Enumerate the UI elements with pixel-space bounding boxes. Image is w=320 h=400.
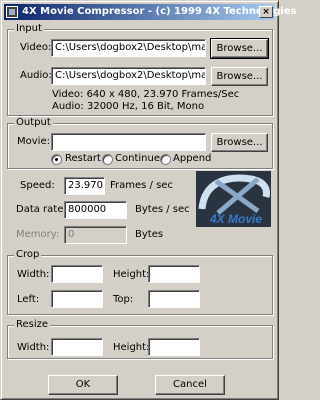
memory-label: Memory:: [16, 229, 60, 240]
radio-restart-label[interactable]: Restart: [65, 152, 101, 166]
resize-legend: Resize: [14, 319, 51, 331]
datarate-unit: Bytes / sec: [135, 204, 190, 215]
resize-width-field[interactable]: [51, 338, 103, 356]
crop-top-label: Top:: [113, 294, 134, 305]
close-button[interactable]: ×: [259, 6, 273, 18]
memory-unit: Bytes: [135, 229, 164, 240]
input-legend: Input: [14, 23, 44, 35]
video-browse-button[interactable]: Browse...: [210, 38, 269, 59]
crop-height-field[interactable]: [148, 265, 200, 283]
resize-width-label: Width:: [17, 342, 50, 353]
movie-path-field[interactable]: [51, 133, 206, 151]
close-icon: ×: [262, 7, 270, 17]
resize-height-label: Height:: [113, 342, 150, 353]
crop-legend: Crop: [14, 249, 42, 261]
radio-continue-label[interactable]: Continue: [115, 152, 160, 166]
memory-field: 0: [64, 226, 127, 244]
audio-browse-button[interactable]: Browse...: [211, 67, 268, 86]
title-bar[interactable]: 4X Movie Compressor - (c) 1999 4X Techno…: [4, 4, 296, 20]
speed-field[interactable]: 23.970: [64, 177, 105, 195]
speed-label: Speed:: [20, 180, 55, 191]
output-legend: Output: [14, 117, 53, 129]
crop-height-label: Height:: [113, 269, 150, 280]
crop-top-field[interactable]: [148, 290, 200, 308]
cancel-button[interactable]: Cancel: [155, 375, 225, 395]
crop-width-label: Width:: [17, 269, 50, 280]
radio-restart[interactable]: [51, 154, 62, 165]
radio-append-label[interactable]: Append: [173, 152, 211, 166]
audio-path-field[interactable]: C:\Users\dogbox2\Desktop\manoftaic: [51, 67, 206, 85]
resize-height-field[interactable]: [148, 338, 200, 356]
ok-button[interactable]: OK: [48, 375, 118, 395]
app-icon: [6, 6, 18, 18]
audio-label: Audio:: [20, 70, 52, 81]
crop-group: Crop: [7, 249, 273, 315]
4x-movie-logo: 4X Movie: [196, 171, 271, 227]
crop-width-field[interactable]: [51, 265, 103, 283]
video-label: Video:: [20, 42, 52, 53]
window-title: 4X Movie Compressor - (c) 1999 4X Techno…: [22, 6, 297, 17]
crop-left-label: Left:: [17, 294, 40, 305]
datarate-field[interactable]: 800000: [64, 201, 127, 219]
movie-browse-button[interactable]: Browse...: [211, 133, 268, 152]
dialog-window: 4X Movie Compressor - (c) 1999 4X Techno…: [0, 0, 296, 400]
logo-text: 4X Movie: [209, 212, 262, 226]
speed-unit: Frames / sec: [110, 180, 173, 191]
radio-append[interactable]: [160, 154, 171, 165]
datarate-label: Data rate:: [16, 204, 67, 215]
video-path-field[interactable]: C:\Users\dogbox2\Desktop\manoftaic: [51, 39, 206, 57]
movie-label: Movie:: [17, 136, 50, 147]
crop-left-field[interactable]: [51, 290, 103, 308]
audio-info: Audio: 32000 Hz, 16 Bit, Mono: [52, 101, 205, 112]
radio-continue[interactable]: [102, 154, 113, 165]
